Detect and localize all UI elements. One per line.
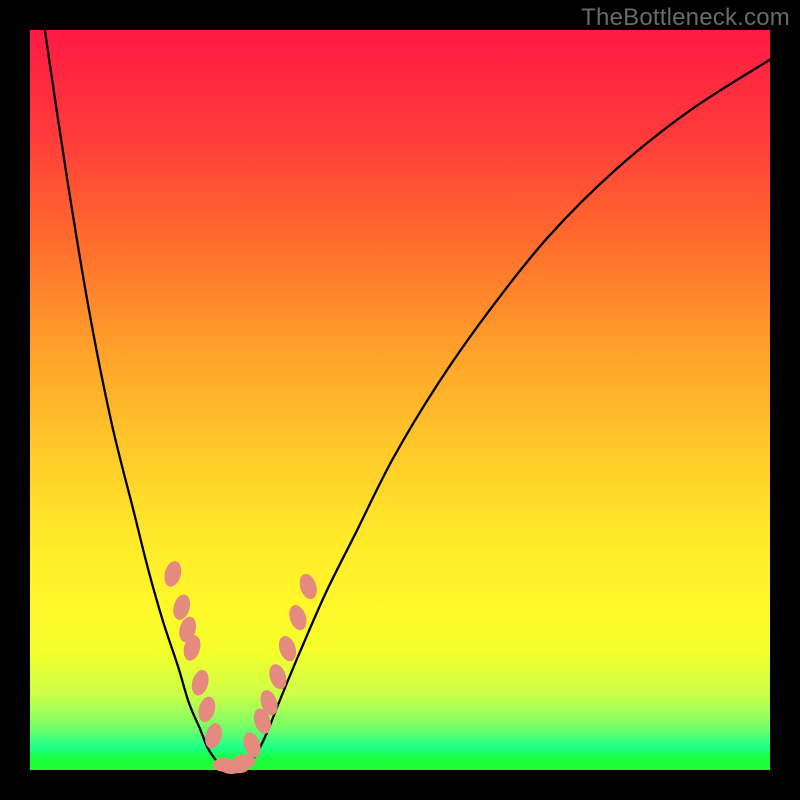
curve-layer — [30, 30, 770, 770]
highlight-markers — [162, 559, 320, 774]
marker-point — [196, 695, 218, 724]
watermark-text: TheBottleneck.com — [581, 4, 790, 32]
marker-point — [189, 668, 211, 697]
curve-left — [45, 30, 226, 769]
marker-point — [162, 559, 184, 588]
marker-point — [297, 572, 320, 602]
marker-point — [234, 754, 256, 768]
marker-point — [276, 634, 299, 664]
marker-point — [286, 603, 309, 633]
chart-frame: TheBottleneck.com — [0, 0, 800, 800]
plot-area — [30, 30, 770, 770]
curve-right — [241, 60, 770, 769]
